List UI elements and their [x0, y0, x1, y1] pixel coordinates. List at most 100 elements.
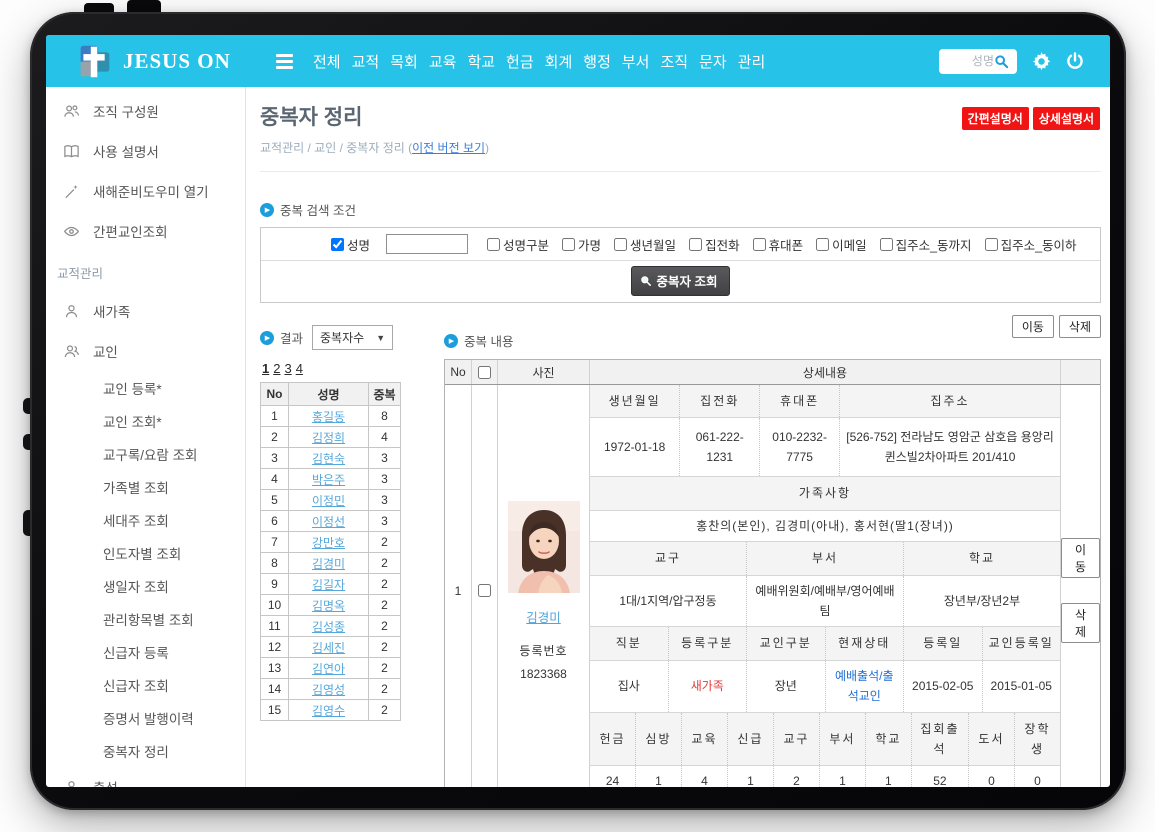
sidebar-subitem-member-register[interactable]: 교인 등록*: [46, 371, 245, 404]
nav-item-offering[interactable]: 헌금: [506, 51, 534, 72]
sidebar-item-organization-members[interactable]: 조직 구성원: [46, 91, 245, 131]
member-link[interactable]: 김성종: [312, 620, 345, 634]
record-select-checkbox[interactable]: [478, 584, 491, 597]
tablet-frame: JESUS ON 전체 교적 목회 교육 학교 헌금 회계 행정 부서 조직 문…: [30, 12, 1126, 810]
nav-item-education[interactable]: 교육: [429, 51, 457, 72]
filter-alias[interactable]: 가명: [562, 235, 601, 254]
filter-home-phone-checkbox[interactable]: [689, 238, 702, 251]
sidebar-item-member[interactable]: 교인: [46, 331, 245, 371]
nav-item-school[interactable]: 학교: [467, 51, 495, 72]
member-link[interactable]: 이정선: [312, 515, 345, 529]
delete-button[interactable]: 삭제: [1059, 315, 1101, 338]
filter-birthdate[interactable]: 생년월일: [614, 235, 676, 254]
info-value-row: 1972-01-18 061-222-1231 010-2232-7775 [5…: [590, 418, 1060, 477]
name-search-input[interactable]: [386, 234, 468, 254]
detailed-manual-button[interactable]: 상세설명서: [1033, 107, 1100, 130]
member-link[interactable]: 김현숙: [312, 452, 345, 466]
page-link-4[interactable]: 4: [296, 361, 303, 376]
sidebar-subitem-grade-search[interactable]: 신급자 조회: [46, 668, 245, 701]
header-grade: 신급: [727, 713, 773, 766]
sidebar-subitem-certificate-history[interactable]: 증명서 발행이력: [46, 701, 245, 734]
filter-home-phone[interactable]: 집전화: [689, 235, 740, 254]
nav-item-accounting[interactable]: 회계: [545, 51, 573, 72]
nav-item-records[interactable]: 교적: [352, 51, 380, 72]
sidebar-item-new-family[interactable]: 새가족: [46, 291, 245, 331]
member-link[interactable]: 김경미: [312, 557, 345, 571]
member-link[interactable]: 김세진: [312, 641, 345, 655]
record-delete-button[interactable]: 삭제: [1061, 603, 1100, 643]
member-link[interactable]: 김영성: [312, 683, 345, 697]
nav-item-ministry[interactable]: 목회: [390, 51, 418, 72]
school-count: 1: [865, 766, 911, 787]
filter-name[interactable]: 성명: [331, 235, 370, 254]
page-link-2[interactable]: 2: [273, 361, 280, 376]
move-button[interactable]: 이동: [1012, 315, 1054, 338]
select-all-checkbox[interactable]: [478, 366, 491, 379]
app-logo[interactable]: JESUS ON: [46, 43, 262, 80]
filter-address-below-dong[interactable]: 집주소_동이하: [985, 235, 1077, 254]
simple-manual-button[interactable]: 간편설명서: [962, 107, 1029, 130]
result-row: 3김현숙3: [261, 448, 401, 469]
page-link-3[interactable]: 3: [284, 361, 291, 376]
sidebar-subitem-household-head[interactable]: 세대주 조회: [46, 503, 245, 536]
filter-name-type-checkbox[interactable]: [487, 238, 500, 251]
nav-item-all[interactable]: 전체: [313, 51, 341, 72]
sidebar-item-newyear-helper[interactable]: 새해준비도우미 열기: [46, 171, 245, 211]
sidebar-subitem-by-family[interactable]: 가족별 조회: [46, 470, 245, 503]
member-link[interactable]: 김영수: [312, 704, 345, 718]
record-checkbox-cell: [472, 385, 498, 787]
header-search-box[interactable]: [939, 49, 1017, 74]
previous-version-link[interactable]: 이전 버전 보기: [412, 141, 485, 155]
settings-gear-icon[interactable]: [1032, 52, 1051, 71]
sidebar-subitem-member-search[interactable]: 교인 조회*: [46, 404, 245, 437]
search-icon[interactable]: [994, 54, 1009, 69]
nav-item-sms[interactable]: 문자: [699, 51, 727, 72]
sidebar-item-quick-member-lookup[interactable]: 간편교인조회: [46, 211, 245, 251]
filter-email-checkbox[interactable]: [816, 238, 829, 251]
filter-address-to-dong[interactable]: 집주소_동까지: [880, 235, 972, 254]
sidebar-subitem-district-roster[interactable]: 교구록/요람 조회: [46, 437, 245, 470]
filter-alias-checkbox[interactable]: [562, 238, 575, 251]
sidebar-item-user-manual[interactable]: 사용 설명서: [46, 131, 245, 171]
record-move-button[interactable]: 이동: [1061, 538, 1100, 578]
filter-address-below-dong-checkbox[interactable]: [985, 238, 998, 251]
member-link[interactable]: 강만호: [312, 536, 345, 550]
power-icon[interactable]: [1066, 52, 1084, 70]
search-duplicates-button[interactable]: 중복자 조회: [631, 266, 731, 296]
sidebar-subitem-by-management-item[interactable]: 관리항목별 조회: [46, 602, 245, 635]
department-count: 1: [819, 766, 865, 787]
member-link[interactable]: 김명옥: [312, 599, 345, 613]
filter-address-to-dong-checkbox[interactable]: [880, 238, 893, 251]
filter-mobile-checkbox[interactable]: [753, 238, 766, 251]
filter-mobile[interactable]: 휴대폰: [753, 235, 804, 254]
nav-item-department[interactable]: 부서: [622, 51, 650, 72]
member-link[interactable]: 이정민: [312, 494, 345, 508]
family-value-row: 홍찬의(본인), 김경미(아내), 홍서현(딸1(장녀)): [590, 511, 1060, 542]
filter-birthdate-checkbox[interactable]: [614, 238, 627, 251]
duplicate-count-dropdown[interactable]: 중복자수 ▼: [312, 325, 393, 350]
nav-item-organization[interactable]: 조직: [660, 51, 688, 72]
sidebar-item-label: 교인: [93, 341, 118, 361]
sidebar-subitem-duplicate-cleanup[interactable]: 중복자 정리: [46, 734, 245, 767]
member-link[interactable]: 김정희: [312, 431, 345, 445]
current-status-value[interactable]: 예배출석/출석교인: [825, 661, 904, 712]
filter-name-checkbox[interactable]: [331, 238, 344, 251]
tablet-screen: JESUS ON 전체 교적 목회 교육 학교 헌금 회계 행정 부서 조직 문…: [46, 35, 1110, 787]
filter-email[interactable]: 이메일: [816, 235, 867, 254]
header-search-input[interactable]: [946, 54, 994, 68]
nav-item-admin[interactable]: 행정: [583, 51, 611, 72]
detail-member-name-link[interactable]: 김경미: [526, 607, 561, 626]
hamburger-menu-icon[interactable]: [276, 54, 293, 69]
visitation-count: 1: [635, 766, 681, 787]
page-link-1[interactable]: 1: [262, 361, 269, 376]
member-link[interactable]: 김길자: [312, 578, 345, 592]
sidebar-subitem-by-birthday[interactable]: 생일자 조회: [46, 569, 245, 602]
member-link[interactable]: 홍길동: [312, 410, 345, 424]
filter-name-type[interactable]: 성명구분: [487, 235, 549, 254]
sidebar-subitem-by-guide[interactable]: 인도자별 조회: [46, 536, 245, 569]
sidebar-subitem-grade-register[interactable]: 신급자 등록: [46, 635, 245, 668]
member-link[interactable]: 박은주: [312, 473, 345, 487]
member-link[interactable]: 김연아: [312, 662, 345, 676]
nav-item-management[interactable]: 관리: [738, 51, 766, 72]
sidebar-item-attendance[interactable]: 출석: [46, 767, 245, 787]
